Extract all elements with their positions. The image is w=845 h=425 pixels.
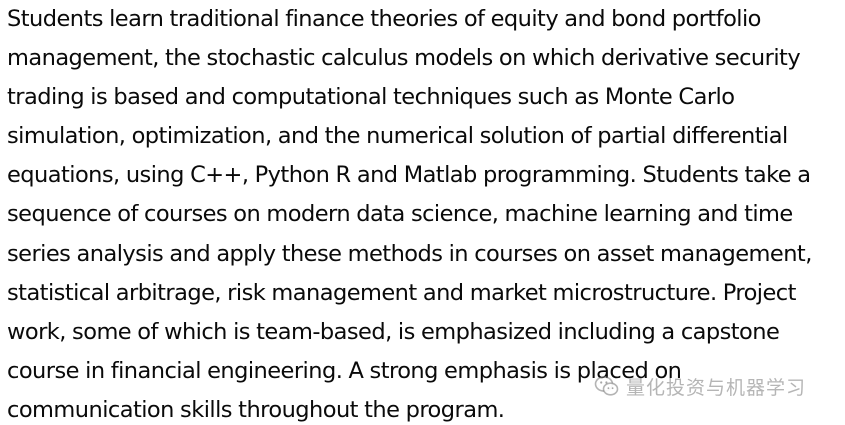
- paragraph-line: statistical arbitrage, risk management a…: [7, 279, 796, 306]
- paragraph-line: work, some of which is team-based, is em…: [7, 318, 780, 345]
- paragraph-line: trading is based and computational techn…: [7, 84, 735, 111]
- paragraph: Students learn traditional finance theor…: [7, 0, 839, 425]
- watermark: 量化投资与机器学习: [594, 370, 806, 402]
- paragraph-line: simulation, optimization, and the numeri…: [7, 123, 788, 150]
- paragraph-line: equations, using C++, Python R and Matla…: [7, 162, 811, 189]
- watermark-text: 量化投资与机器学习: [626, 376, 807, 399]
- wechat-icon: [594, 373, 620, 399]
- paragraph-line: series analysis and apply these methods …: [7, 240, 812, 267]
- paragraph-line: Students learn traditional finance theor…: [7, 6, 761, 32]
- document-page: Students learn traditional finance theor…: [0, 0, 845, 425]
- paragraph-line: sequence of courses on modern data scien…: [7, 201, 793, 228]
- paragraph-line: management, the stochastic calculus mode…: [7, 45, 801, 72]
